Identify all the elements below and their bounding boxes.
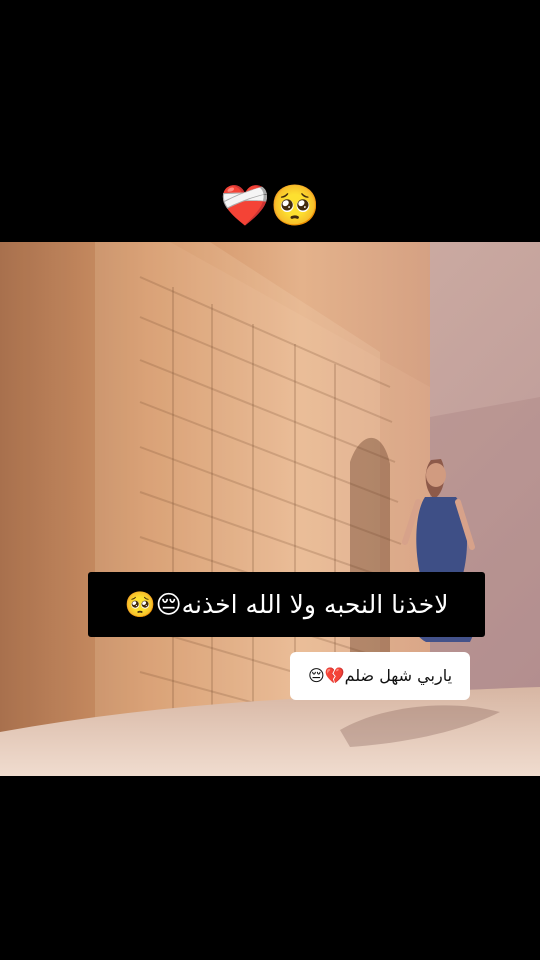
- caption-sub: ياربي شهل ضلم💔😔: [290, 652, 470, 700]
- header-emojis: ❤️‍🩹🥺: [220, 183, 320, 229]
- caption-main: لاخذنا النحبه ولا الله اخذنه😔🥺: [88, 572, 485, 637]
